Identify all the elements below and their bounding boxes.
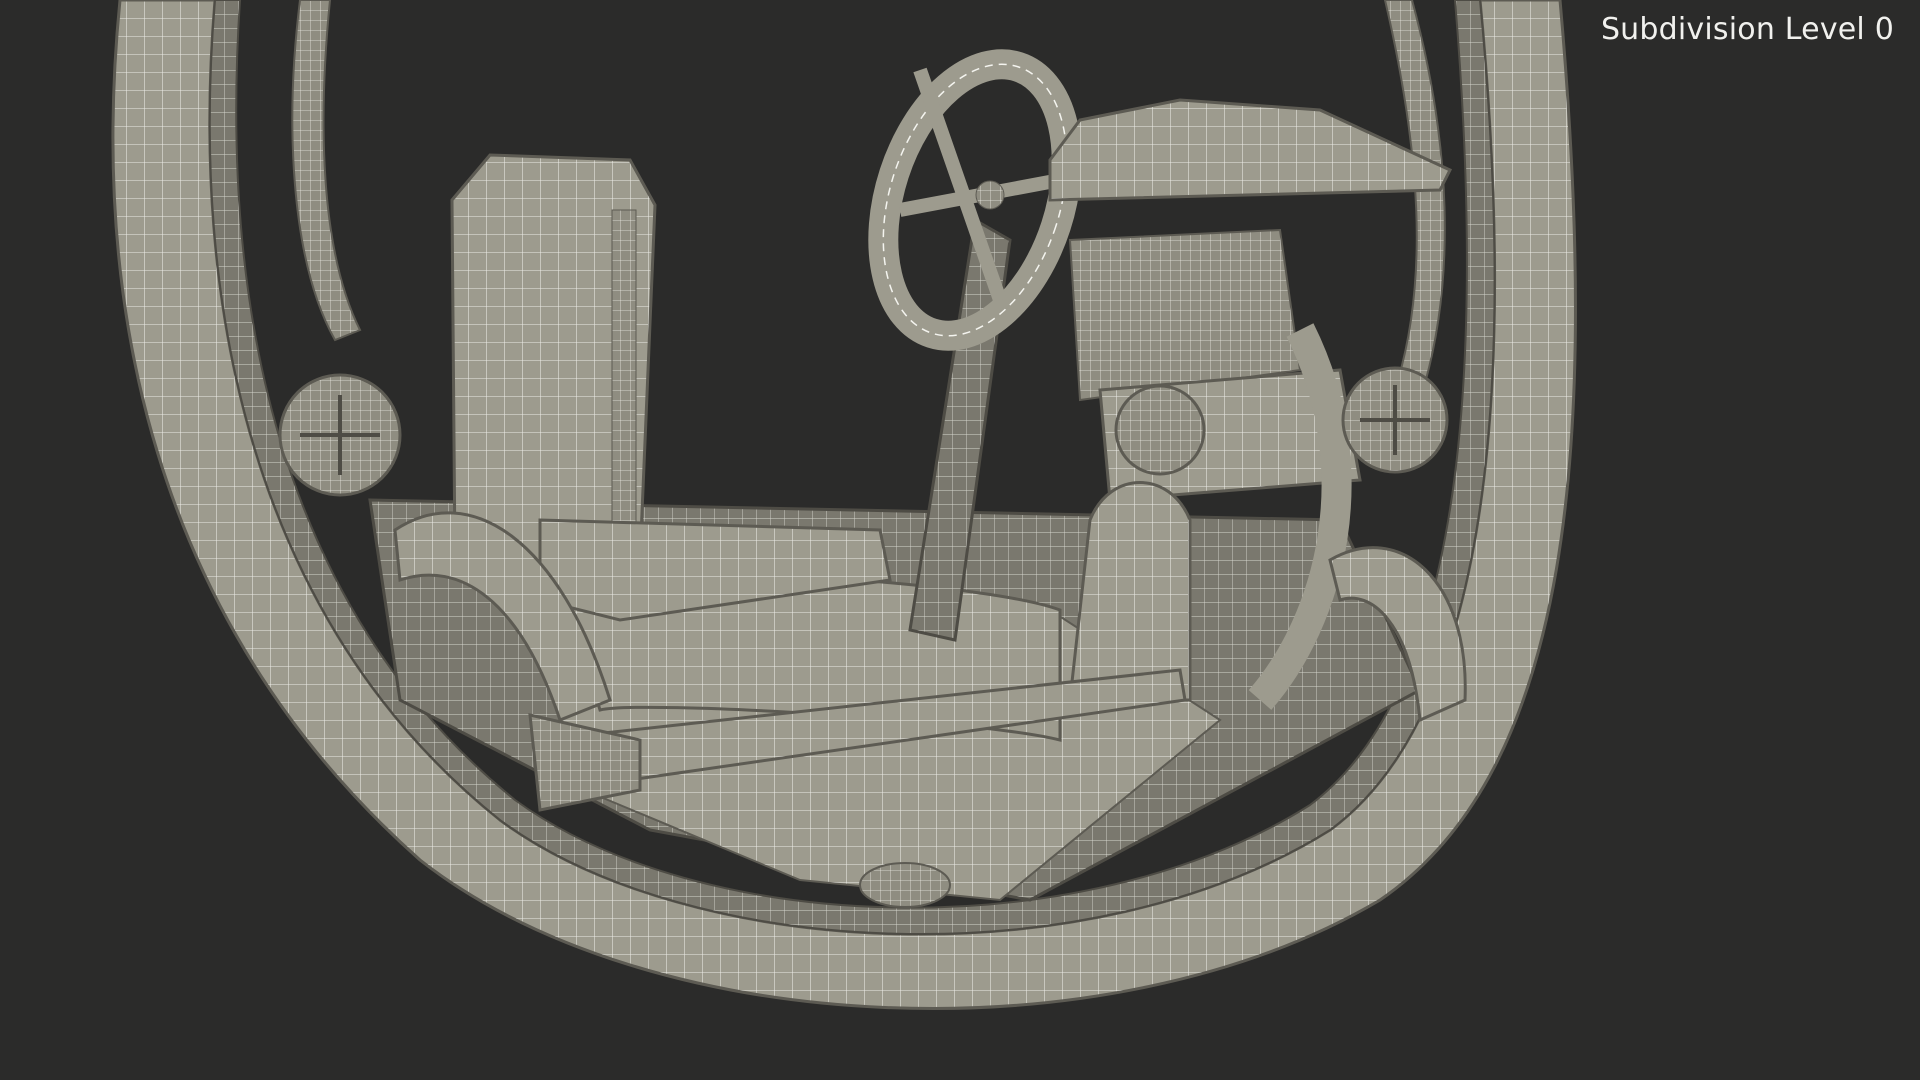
model-render: [111, 0, 1577, 1010]
subdivision-level-label: Subdivision Level 0: [1600, 12, 1894, 47]
left-pulley: [278, 373, 402, 497]
lower-roller: [859, 862, 951, 908]
3d-viewport[interactable]: Subdivision Level 0: [0, 0, 1920, 1080]
right-pulley: [1341, 366, 1449, 474]
canopy: [1048, 98, 1453, 202]
seat-back: [450, 153, 657, 562]
